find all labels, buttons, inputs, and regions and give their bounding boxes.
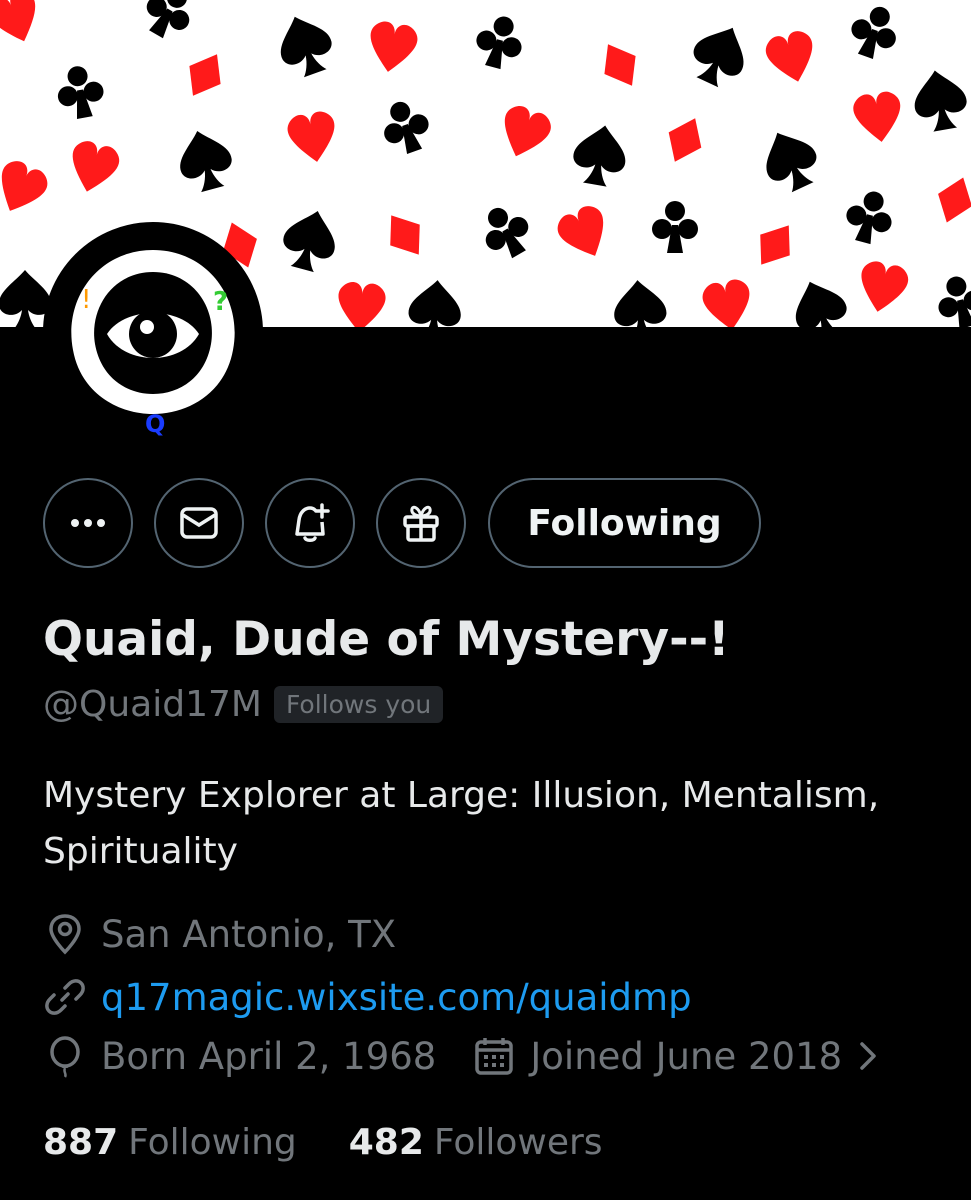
location-text: San Antonio, TX (101, 912, 397, 956)
location-pin-icon (43, 912, 87, 956)
following-stat[interactable]: 887 Following (43, 1122, 297, 1163)
calendar-icon (472, 1034, 516, 1078)
followers-stat[interactable]: 482 Followers (349, 1122, 603, 1163)
avatar-letter: Q (145, 410, 165, 438)
avatar-question: ? (213, 287, 228, 317)
more-icon (71, 519, 105, 527)
gift-icon (403, 505, 439, 542)
envelope-icon (180, 507, 218, 539)
balloon-icon (43, 1034, 87, 1078)
follow-stats: 887 Following 482 Followers (43, 1122, 603, 1163)
chevron-right-icon[interactable] (854, 1034, 898, 1078)
more-button[interactable] (43, 478, 133, 568)
birthday-text: Born April 2, 1968 (101, 1034, 437, 1078)
handle-row: @Quaid17M Follows you (43, 684, 444, 725)
link-icon (43, 975, 87, 1019)
bell-plus-icon (295, 503, 330, 542)
following-count: 887 (43, 1122, 119, 1163)
followers-label: Followers (433, 1122, 603, 1163)
follows-you-badge: Follows you (273, 686, 444, 723)
website-link[interactable]: q17magic.wixsite.com/quaidmp (101, 976, 692, 1019)
notify-button[interactable] (265, 478, 355, 568)
following-button[interactable]: Following (488, 478, 761, 568)
display-name: Quaid, Dude of Mystery--! (43, 612, 730, 667)
followers-count: 482 (348, 1122, 424, 1163)
location-row: San Antonio, TX (43, 912, 396, 956)
message-button[interactable] (154, 478, 244, 568)
profile-avatar[interactable]: ! ? Q (43, 222, 263, 442)
dates-row: Born April 2, 1968 Joined June 2018 (43, 1034, 898, 1078)
website-row: q17magic.wixsite.com/quaidmp (43, 975, 692, 1019)
avatar-exclaim: ! (81, 285, 91, 315)
joined-text: Joined June 2018 (530, 1034, 843, 1078)
following-label: Following (128, 1122, 297, 1163)
gift-button[interactable] (376, 478, 466, 568)
user-handle: @Quaid17M (43, 684, 262, 725)
profile-bio: Mystery Explorer at Large: Illusion, Men… (43, 775, 880, 872)
